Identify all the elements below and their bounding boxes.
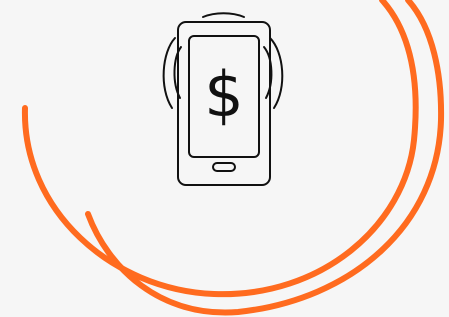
- illustration-canvas: $: [0, 0, 449, 317]
- dollar-sign-icon: $: [204, 58, 243, 131]
- payment-illustration: $: [21, 0, 445, 316]
- phone-home-button: [212, 162, 236, 172]
- inner-orange-arc: [21, 0, 419, 298]
